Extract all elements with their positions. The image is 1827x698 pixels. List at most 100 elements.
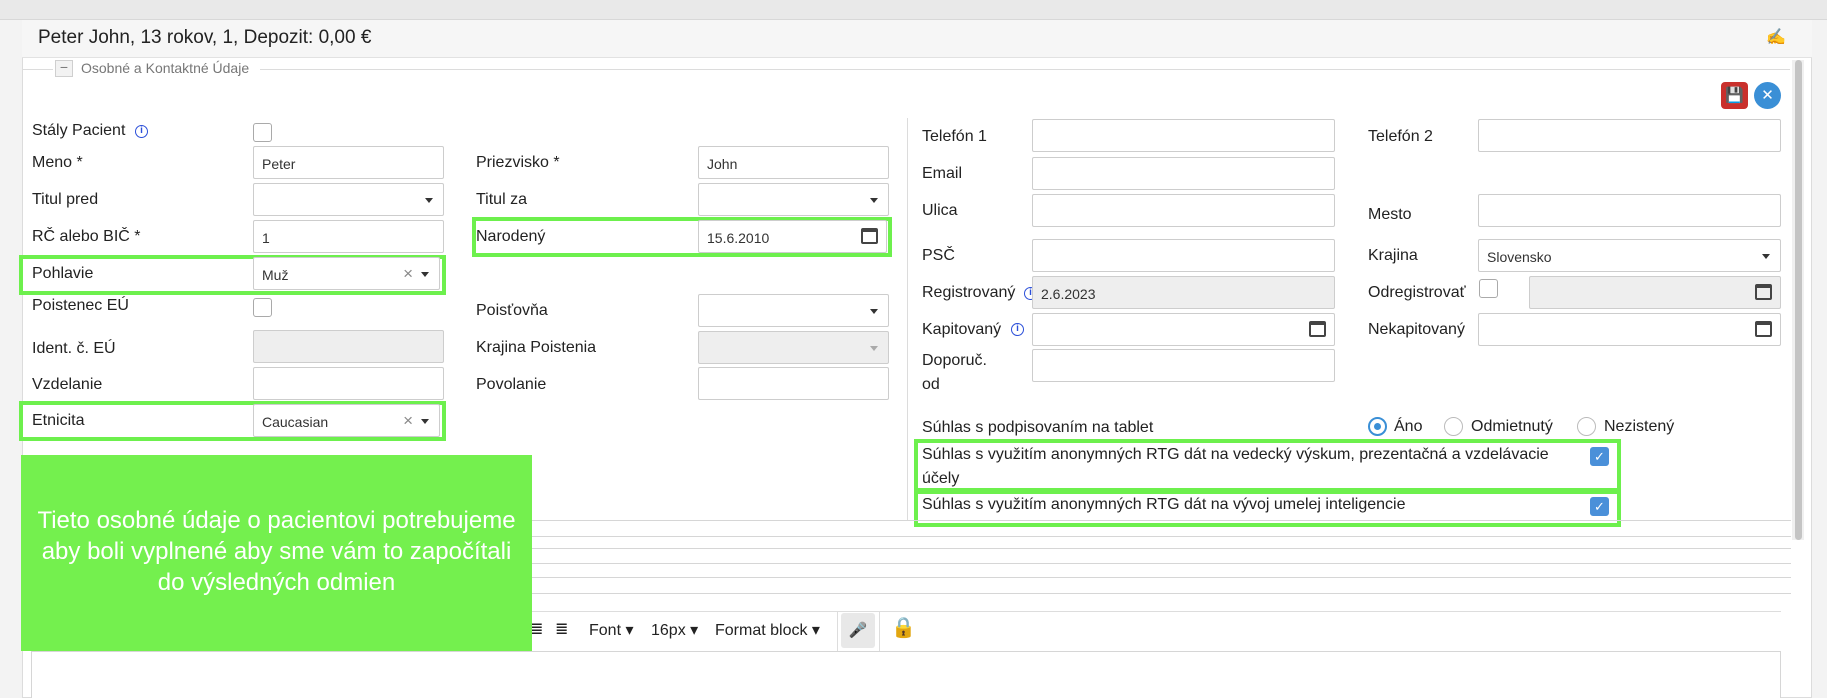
telefon2-input[interactable] xyxy=(1478,119,1781,152)
align-left-icon[interactable]: ≣ xyxy=(555,619,568,639)
rtg-ai-label: Súhlas s využitím anonymných RTG dát na … xyxy=(922,496,1406,513)
ident-eu-label: Ident. č. EÚ xyxy=(32,340,116,357)
overlay-line: Tieto osobné údaje o pacientovi potrebuj… xyxy=(37,507,516,534)
scrollbar-thumb[interactable] xyxy=(1795,60,1802,540)
nekapitovany-date-input[interactable] xyxy=(1478,313,1781,346)
align-justify-icon[interactable]: ≣ xyxy=(530,619,543,639)
calendar-icon[interactable] xyxy=(1755,321,1772,337)
clear-icon[interactable]: × xyxy=(403,411,413,431)
checkmark-icon: ✓ xyxy=(1594,499,1605,514)
section-legend: Osobné a Kontaktné Údaje xyxy=(81,60,250,76)
info-icon: i xyxy=(1011,323,1024,336)
close-icon: ✕ xyxy=(1761,87,1774,104)
calendar-icon[interactable] xyxy=(1309,321,1326,337)
staly-pacient-checkbox[interactable] xyxy=(253,123,272,142)
chevron-down-icon xyxy=(870,346,878,351)
radio-ano[interactable] xyxy=(1368,417,1387,436)
pohlavie-select[interactable]: Muž × xyxy=(253,257,440,290)
ident-eu-input[interactable] xyxy=(253,330,444,363)
telefon1-label: Telefón 1 xyxy=(922,128,987,145)
info-overlay: Tieto osobné údaje o pacientovi potrebuj… xyxy=(21,455,532,651)
radio-nezisteny-label: Nezistený xyxy=(1604,418,1675,435)
collapse-section-button[interactable]: − xyxy=(55,60,73,77)
vzdelanie-input[interactable] xyxy=(253,367,444,400)
titul-pred-select[interactable] xyxy=(253,183,444,216)
staly-pacient-label: Stály Pacient xyxy=(32,122,126,139)
font-size-dropdown[interactable]: 16px ▾ xyxy=(651,620,698,640)
section-separator xyxy=(531,520,1791,521)
tablet-consent-label: Súhlas s podpisovaním na tablet xyxy=(922,419,1154,436)
poistenec-eu-label: Poistenec EÚ xyxy=(32,297,129,314)
collapsed-row xyxy=(531,536,1791,537)
titul-za-select[interactable] xyxy=(698,183,889,216)
registrovany-input[interactable]: 2.6.2023 xyxy=(1032,276,1335,309)
meno-input[interactable]: Peter xyxy=(253,146,444,179)
odregistrovat-label: Odregistrovať xyxy=(1368,284,1466,301)
psc-input[interactable] xyxy=(1032,239,1335,272)
email-label: Email xyxy=(922,165,963,182)
priezvisko-input[interactable]: John xyxy=(698,146,889,179)
radio-nezisteny[interactable] xyxy=(1577,417,1596,436)
doporuc-input[interactable] xyxy=(1032,349,1335,382)
collapsed-row xyxy=(531,548,1791,549)
rtg-research-checkbox[interactable]: ✓ xyxy=(1590,447,1609,466)
narodeny-date-input[interactable]: 15.6.2010 xyxy=(698,220,887,253)
microphone-icon: 🎤 xyxy=(848,622,868,639)
rtg-ai-checkbox[interactable]: ✓ xyxy=(1590,497,1609,516)
rc-input[interactable]: 1 xyxy=(253,220,444,253)
kapitovany-date-input[interactable] xyxy=(1032,313,1335,346)
toolbar-divider xyxy=(837,611,838,651)
signature-icon[interactable]: ✍ xyxy=(1766,27,1790,49)
krajina-poistenia-select[interactable] xyxy=(698,331,889,364)
etnicita-label: Etnicita xyxy=(32,412,85,429)
titul-za-label: Titul za xyxy=(476,191,527,208)
kapitovany-label: Kapitovaný xyxy=(922,321,1002,338)
priezvisko-label: Priezvisko * xyxy=(476,154,560,171)
poistovna-select[interactable] xyxy=(698,294,889,327)
email-input[interactable] xyxy=(1032,157,1335,190)
povolanie-input[interactable] xyxy=(698,367,889,400)
clear-icon[interactable]: × xyxy=(403,264,413,284)
chevron-down-icon xyxy=(421,419,429,424)
krajina-select[interactable]: Slovensko xyxy=(1478,239,1781,272)
fieldset-border-left xyxy=(23,69,53,70)
odregistrovat-date-input[interactable] xyxy=(1529,276,1781,309)
rtg-research-label-line1: Súhlas s využitím anonymných RTG dát na … xyxy=(922,446,1549,463)
calendar-icon[interactable] xyxy=(861,228,878,244)
radio-odmietnuty-label: Odmietnutý xyxy=(1471,418,1553,435)
close-button[interactable]: ✕ xyxy=(1754,82,1781,109)
microphone-button[interactable]: 🎤 xyxy=(841,613,875,648)
telefon1-input[interactable] xyxy=(1032,119,1335,152)
poistovna-label: Poisťovňa xyxy=(476,302,548,319)
chevron-down-icon xyxy=(1762,254,1770,259)
notes-editor[interactable] xyxy=(31,651,1781,698)
poistenec-eu-checkbox[interactable] xyxy=(253,298,272,317)
rtg-research-label-line2: účely xyxy=(922,470,960,487)
font-dropdown[interactable]: Font ▾ xyxy=(589,620,634,640)
doporuc-label-line2: od xyxy=(922,376,940,393)
etnicita-select[interactable]: Caucasian × xyxy=(253,404,440,437)
mesto-input[interactable] xyxy=(1478,194,1781,227)
calendar-icon[interactable] xyxy=(1755,284,1772,300)
column-divider xyxy=(907,118,908,520)
chevron-down-icon xyxy=(425,198,433,203)
ulica-input[interactable] xyxy=(1032,194,1335,227)
meno-label: Meno * xyxy=(32,154,83,171)
registrovany-label: Registrovaný xyxy=(922,284,1016,301)
fieldset-border-right xyxy=(260,69,1790,70)
lock-icon[interactable]: 🔒 xyxy=(891,615,916,640)
vzdelanie-label: Vzdelanie xyxy=(32,376,103,393)
radio-odmietnuty[interactable] xyxy=(1444,417,1463,436)
format-block-dropdown[interactable]: Format block ▾ xyxy=(715,620,820,640)
odregistrovat-checkbox[interactable] xyxy=(1479,279,1498,298)
doporuc-label-line1: Doporuč. xyxy=(922,352,987,369)
radio-ano-label: Áno xyxy=(1394,418,1423,435)
page-title: Peter John, 13 rokov, 1, Depozit: 0,00 € xyxy=(38,27,372,48)
narodeny-label: Narodený xyxy=(476,228,546,245)
checkmark-icon: ✓ xyxy=(1594,449,1605,464)
floppy-disk-icon: 💾 xyxy=(1725,87,1744,104)
save-button[interactable]: 💾 xyxy=(1721,82,1748,109)
rc-label: RČ alebo BIČ * xyxy=(32,228,141,245)
chevron-down-icon xyxy=(870,198,878,203)
krajina-poistenia-label: Krajina Poistenia xyxy=(476,339,597,356)
